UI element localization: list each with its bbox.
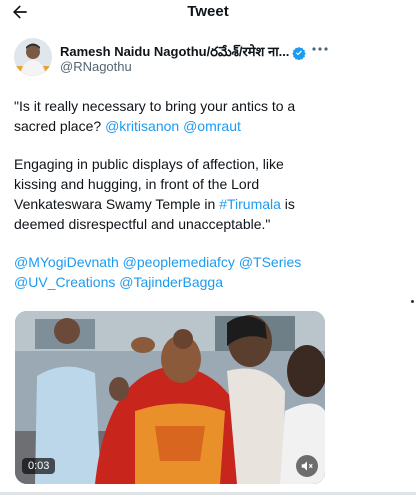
mention-link[interactable]: @peoplemediafcy bbox=[123, 254, 235, 270]
tweet-paragraph-1: "Is it really necessary to bring your an… bbox=[14, 96, 324, 136]
edge-dot bbox=[411, 300, 414, 303]
mention-link[interactable]: @UV_Creations bbox=[14, 274, 115, 290]
hashtag-link[interactable]: #Tirumala bbox=[219, 196, 281, 212]
mute-button[interactable] bbox=[296, 455, 318, 477]
mention-link[interactable]: @MYogiDevnath bbox=[14, 254, 119, 270]
verified-badge-icon bbox=[292, 46, 307, 60]
top-bar: Tweet bbox=[0, 0, 416, 24]
volume-muted-icon bbox=[301, 461, 313, 471]
video-frame bbox=[15, 311, 325, 484]
video-player[interactable]: 0:03 bbox=[15, 311, 325, 484]
mention-link[interactable]: @TSeries bbox=[239, 254, 301, 270]
page-title: Tweet bbox=[187, 3, 229, 20]
mention-link[interactable]: @TajinderBagga bbox=[119, 274, 223, 290]
tweet-paragraph-3: @MYogiDevnath @peoplemediafcy @TSeries @… bbox=[14, 252, 324, 292]
author-handle[interactable]: @RNagothu bbox=[60, 59, 132, 74]
mention-link[interactable]: @kritisanon bbox=[105, 118, 179, 134]
avatar[interactable] bbox=[14, 38, 52, 76]
tweet-paragraph-2: Engaging in public displays of affection… bbox=[14, 154, 324, 234]
more-options-icon[interactable] bbox=[310, 42, 330, 56]
tweet-text: "Is it really necessary to bring your an… bbox=[14, 96, 324, 310]
mention-link[interactable]: @omraut bbox=[183, 118, 241, 134]
tweet-author: Ramesh Naidu Nagothu/రమేశ్/रमेश ना... @R… bbox=[14, 38, 404, 78]
video-timestamp: 0:03 bbox=[22, 458, 56, 474]
